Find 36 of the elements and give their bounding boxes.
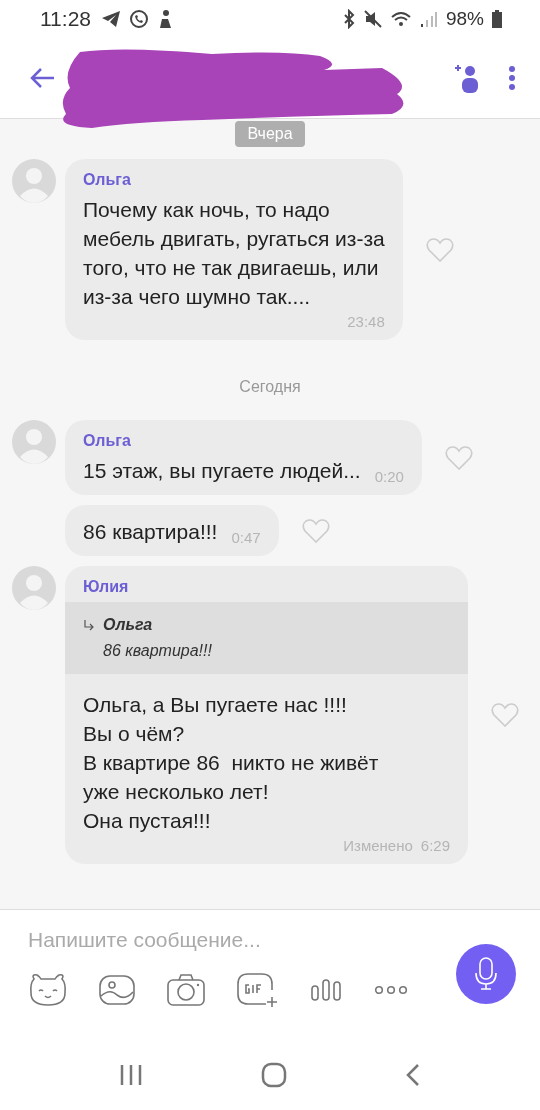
- date-label: Вчера: [235, 121, 305, 147]
- back-arrow-icon[interactable]: [30, 67, 56, 89]
- quoted-sender: Ольга: [103, 616, 153, 634]
- message-text: Почему как ночь, то надо мебель двигать, ругаться из-за того, что не так двигаешь, или из-за чего шумно так....: [83, 197, 385, 310]
- message-text: 15 этаж, вы пугаете людей...: [83, 458, 361, 484]
- message-text: Ольга, а Вы пугаете нас !!!! Вы о чём? В квартире 86 никто не живёт уже несколько лет! Она пустая!!!: [83, 692, 380, 834]
- battery-icon: [492, 10, 502, 28]
- sender-name: Ольга: [83, 432, 132, 450]
- recent-apps-icon[interactable]: [119, 1063, 143, 1087]
- more-options-icon[interactable]: [508, 66, 516, 90]
- microphone-button[interactable]: [456, 944, 516, 1004]
- mute-icon: [363, 9, 382, 29]
- status-time: 11:28: [40, 7, 91, 31]
- phone-bubble-icon: [129, 9, 149, 29]
- paper-plane-icon: [101, 10, 121, 28]
- back-icon[interactable]: [405, 1063, 421, 1087]
- reply-arrow-icon: [83, 619, 95, 631]
- signal-icon: [419, 10, 438, 28]
- figure-icon: [157, 9, 173, 29]
- sender-name: Ольга: [83, 171, 132, 189]
- audio-bars-icon[interactable]: [310, 978, 344, 1002]
- bluetooth-icon: [341, 9, 356, 29]
- wifi-icon: [389, 10, 412, 28]
- more-icon[interactable]: [374, 985, 408, 995]
- date-label: Сегодня: [239, 378, 301, 396]
- message-field[interactable]: Напишите сообщение...: [28, 928, 428, 952]
- add-person-icon[interactable]: [452, 62, 480, 94]
- bear-face-icon[interactable]: [28, 973, 68, 1007]
- gif-icon[interactable]: [236, 972, 280, 1008]
- quoted-text: 86 квартира!!!: [103, 642, 213, 660]
- home-icon[interactable]: [261, 1062, 287, 1088]
- image-icon[interactable]: [98, 974, 136, 1006]
- sender-name: Юлия: [82, 578, 130, 596]
- message-text: 86 квартира!!!: [83, 519, 218, 545]
- camera-icon[interactable]: [166, 973, 206, 1007]
- battery-level: 98%: [445, 8, 484, 30]
